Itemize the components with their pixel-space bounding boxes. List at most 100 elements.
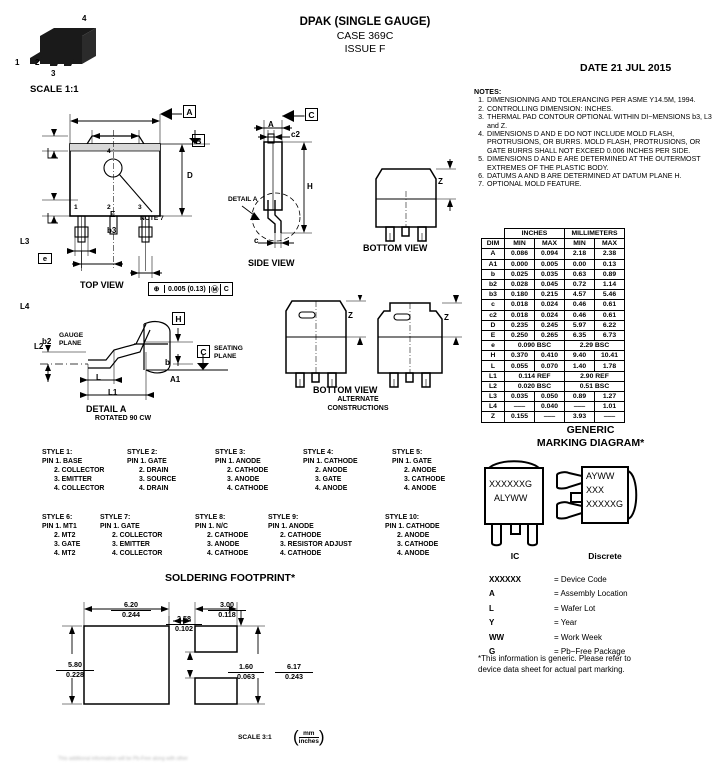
style-title: STYLE 8: [195, 514, 226, 521]
table-row: b2 0.028 0.045 0.72 1.14 [481, 278, 625, 291]
table-cell: L3 [481, 390, 505, 403]
table-cell: 9.40 [564, 350, 595, 362]
style-pin: PIN 1. CATHODE [385, 523, 440, 530]
legend-value: = Work Week [554, 632, 602, 642]
style-pin: 4. MT2 [54, 550, 76, 557]
legend-value: = Year [554, 618, 577, 628]
table-cell: 0.018 [504, 299, 535, 311]
style-pin: 3. ANODE [227, 476, 260, 483]
style-pin: 4. COLLECTOR [112, 550, 163, 557]
table-cell: 0.086 [504, 248, 535, 260]
table-cell: 0.180 [504, 289, 535, 301]
pin-label-4: 4 [82, 14, 87, 23]
legend-key: A [489, 589, 495, 599]
table-cell: 0.245 [534, 319, 565, 331]
style-group-6: STYLE 6: PIN 1. MT1 2. MT2 3. GATE 4. MT… [42, 513, 80, 558]
style-pin: PIN 1. GATE [100, 523, 140, 530]
table-cell: 6.22 [594, 319, 625, 331]
detail-a-drawing: L2 L L1 A1 GAUGE PLANE SEATING PLANE [18, 302, 253, 412]
marking-discrete-label: Discrete [588, 551, 622, 561]
soldering-scale-label: SCALE 3:1 [238, 734, 272, 741]
dim-label-Z: Z [438, 177, 443, 186]
scale-label: SCALE 1:1 [30, 84, 79, 95]
style-group-2: STYLE 2: PIN 1. GATE 2. DRAIN 3. SOURCE … [127, 448, 176, 493]
table-cell: 0.070 [534, 360, 565, 372]
datum-h-box-detail: H [172, 312, 185, 325]
table-cell: 1.40 [564, 360, 595, 372]
table-row: e 0.090 BSC 2.29 BSC [481, 340, 625, 352]
style-title: STYLE 9: [268, 514, 299, 521]
seating-plane-label-line2: PLANE [214, 353, 237, 360]
style-pin: 2. CATHODE [280, 532, 322, 539]
bottom-view-alt-drawing-1: Z [278, 295, 368, 390]
table-cell: Z [481, 411, 505, 423]
table-row: L3 0.035 0.050 0.89 1.27 [481, 390, 625, 403]
datum-b-box: B [192, 134, 205, 147]
style-pin: 3. CATHODE [404, 476, 446, 483]
style-group-9: STYLE 9: PIN 1. ANODE 2. CATHODE 3. RESI… [268, 513, 352, 558]
table-cell: A1 [481, 258, 505, 270]
table-cell: 0.51 BSC [564, 380, 625, 393]
table-row: L 0.055 0.070 1.40 1.78 [481, 360, 625, 372]
table-cell: 5.97 [564, 319, 595, 331]
style-pin: 3. GATE [315, 476, 342, 483]
style-pin: 2. ANODE [315, 467, 348, 474]
style-pin: PIN 1. CATHODE [303, 458, 358, 465]
pin-label-1: 1 [15, 58, 20, 67]
notes-block: NOTES: DIMENSIONING AND TOLERANCING PER … [474, 88, 712, 189]
unit-mm: mm [303, 729, 315, 737]
style-title: STYLE 3: [215, 449, 246, 456]
sf-dim-pad-width: 6.20 0.244 [111, 600, 151, 619]
seating-plane-label-line1: SEATING [214, 345, 243, 352]
table-cell: 2.18 [564, 248, 595, 260]
sf-dim-lead-pad-gap: 1.60 0.063 [228, 662, 264, 681]
detail-a-sub: ROTATED 90 CW [94, 415, 152, 422]
style-title: STYLE 4: [303, 449, 334, 456]
table-cell: 3.93 [564, 411, 595, 423]
table-cell: 0.035 [534, 268, 565, 280]
style-pin: 4. COLLECTOR [54, 485, 105, 492]
style-pin: PIN 1. GATE [127, 458, 167, 465]
style-group-4: STYLE 4: PIN 1. CATHODE 2. ANODE 3. GATE… [303, 448, 358, 493]
table-cell: 0.050 [534, 390, 565, 403]
col-in-min: MIN [504, 238, 535, 250]
style-pin: 2. CATHODE [227, 467, 269, 474]
style-title: STYLE 1: [42, 449, 73, 456]
style-pin: 4. CATHODE [227, 485, 269, 492]
dim-label-E: E [110, 210, 116, 219]
legend-row: A = Assembly Location [489, 588, 628, 600]
detail-a-label: DETAIL A [86, 404, 127, 414]
marking-ic-label: IC [510, 551, 520, 561]
table-cell: 1.01 [594, 401, 625, 413]
dim-label-L3: L3 [20, 237, 30, 246]
table-cell: 0.235 [504, 319, 535, 331]
col-dim: DIM [481, 238, 505, 250]
col-in-max: MAX [534, 238, 565, 250]
table-cell: 2.29 BSC [564, 340, 625, 352]
table-cell: 0.89 [594, 268, 625, 280]
package-3d-icon: 1 2 3 4 [14, 14, 110, 80]
dim-label-L1: L1 [108, 388, 118, 397]
table-cell: 0.020 BSC [504, 380, 565, 393]
table-row: D 0.235 0.245 5.97 6.22 [481, 319, 625, 331]
mmc-symbol-icon: Ⓜ [210, 283, 221, 295]
marking-ic-line2: ALYWW [494, 493, 528, 503]
paren-close-icon: ) [318, 727, 325, 746]
table-cell: 0.005 [534, 258, 565, 270]
marking-discrete-line2: XXX [586, 485, 605, 495]
legend-key: XXXXXX [489, 575, 522, 584]
table-cell: c2 [481, 309, 505, 321]
pin-number-3: 3 [138, 204, 142, 211]
table-row: L2 0.020 BSC 0.51 BSC [481, 380, 625, 393]
legend-value: = Assembly Location [554, 589, 628, 599]
table-cell: 1.27 [594, 390, 625, 403]
table-cell: 2.38 [594, 248, 625, 260]
table-row: A1 0.000 0.005 0.00 0.13 [481, 258, 625, 270]
dim-label-c2: c2 [291, 130, 300, 139]
style-pin: 4. DRAIN [139, 485, 169, 492]
style-pin: 3. EMITTER [112, 541, 150, 548]
position-symbol-icon: ⊕ [149, 285, 165, 293]
table-cell: 0.215 [534, 289, 565, 301]
table-cell: 0.265 [534, 329, 565, 342]
dim-label-Z-alt2: Z [444, 313, 449, 322]
